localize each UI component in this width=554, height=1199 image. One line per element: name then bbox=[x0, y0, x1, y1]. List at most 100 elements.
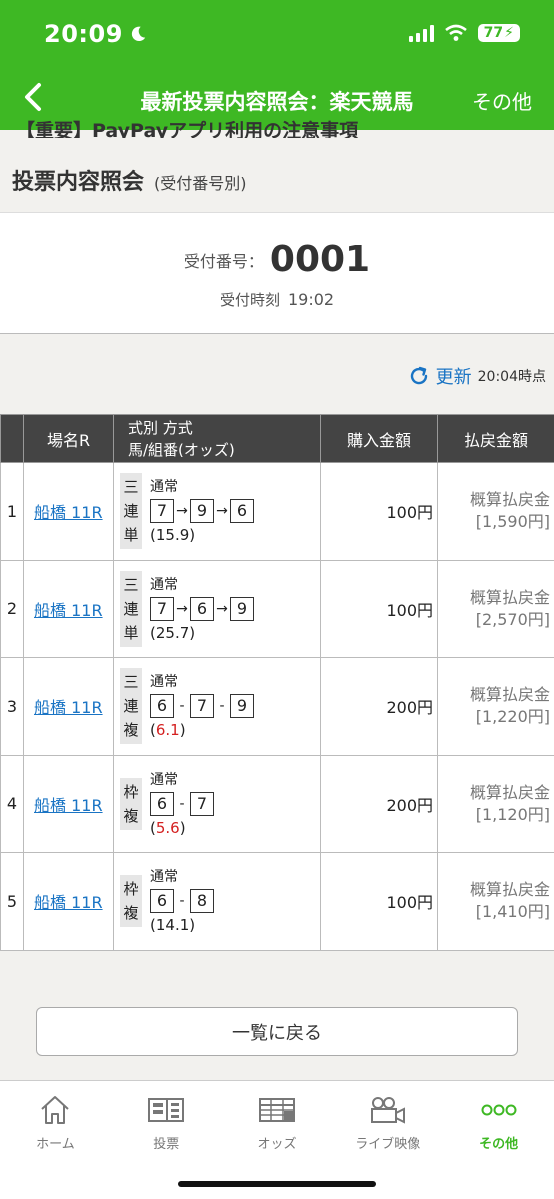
payout-amount: [2,570円] bbox=[475, 609, 550, 629]
payout-amount: [1,590円] bbox=[475, 512, 550, 532]
tab-live-video-label: ライブ映像 bbox=[355, 1137, 421, 1152]
bet-kind-char: 複 bbox=[123, 806, 139, 825]
heading-subtitle: (受付番号別) bbox=[154, 174, 247, 193]
moon-icon bbox=[131, 26, 146, 42]
combo-separator: - bbox=[179, 698, 185, 715]
bet-odds: (15.9) bbox=[150, 525, 254, 545]
status-clock: 20:09 bbox=[44, 20, 123, 48]
venue-link[interactable]: 船橋 11R bbox=[34, 601, 103, 620]
receipt-number: 0001 bbox=[269, 239, 371, 280]
wifi-icon bbox=[444, 24, 467, 41]
bet-odds: (25.7) bbox=[150, 623, 254, 643]
notice-banner[interactable]: 【重要】PayPayアプリ利用の注意事項 bbox=[0, 112, 554, 138]
header-payout: 払戻金額 bbox=[437, 414, 554, 463]
heading-title: 投票内容照会 bbox=[12, 170, 145, 195]
row-number: 2 bbox=[0, 559, 24, 658]
tab-home-label: ホーム bbox=[36, 1137, 75, 1152]
receipt-panel: 受付番号： 0001 受付時刻 19:02 bbox=[0, 212, 554, 334]
purchase-amount: 100円 bbox=[320, 852, 438, 951]
bet-mode: 通常 bbox=[150, 869, 178, 886]
bet-kind-char: 三 bbox=[123, 673, 139, 692]
combo-separator: → bbox=[176, 600, 188, 617]
bets-table: 場名R 式別 方式 馬/組番(オッズ) 購入金額 払戻金額 1 船橋 11R 三連単通… bbox=[0, 414, 554, 951]
status-time: 20:09 bbox=[44, 20, 147, 48]
table-row: 5 船橋 11R 枠複通常 6-8 (14.1) 100円 概算払戻金 [1,410円] bbox=[0, 852, 554, 951]
bet-kind-char: 複 bbox=[123, 904, 139, 923]
venue-link[interactable]: 船橋 11R bbox=[34, 796, 103, 815]
purchase-amount: 100円 bbox=[320, 462, 438, 561]
venue-link[interactable]: 船橋 11R bbox=[34, 503, 103, 522]
horse-number: 7 bbox=[190, 694, 214, 719]
horse-number: 7 bbox=[150, 499, 174, 524]
table-row: 3 船橋 11R 三連複通常 6-7-9 (6.1) 200円 概算払戻金 [1,220円] bbox=[0, 657, 554, 756]
refresh-icon[interactable] bbox=[408, 365, 430, 387]
home-icon bbox=[41, 1096, 70, 1124]
combo-separator: → bbox=[176, 503, 188, 520]
header-type-line1: 式別 方式 bbox=[128, 418, 193, 437]
bet-kind-char: 三 bbox=[123, 478, 139, 497]
odds-value: 14.1 bbox=[155, 916, 190, 935]
bet-mode: 通常 bbox=[150, 479, 178, 496]
bet-kind-char: 連 bbox=[123, 599, 139, 618]
table-row: 1 船橋 11R 三連単通常 7 → 9 → 6 (15.9) 100円 概算払戻金 [1,590円] bbox=[0, 462, 554, 561]
venue-cell: 船橋 11R bbox=[23, 754, 114, 853]
bet-odds: (6.1) bbox=[150, 720, 254, 740]
bet-mode: 通常 bbox=[150, 576, 178, 593]
odds-paren-close: ) bbox=[189, 916, 196, 935]
tab-vote-label: 投票 bbox=[153, 1137, 180, 1152]
bet-kind-char: 単 bbox=[123, 623, 139, 642]
bet-kind-char: 複 bbox=[123, 721, 139, 740]
bet-combination: 6-7-9 bbox=[150, 694, 254, 719]
odds-paren-close: ) bbox=[189, 526, 196, 545]
bet-kind: 三連単 bbox=[120, 473, 142, 550]
payout-label: 概算払戻金 bbox=[469, 490, 550, 510]
odds-table-icon bbox=[258, 1098, 295, 1122]
table-row: 4 船橋 11R 枠複通常 6-7 (5.6) 200円 概算払戻金 [1,120円] bbox=[0, 754, 554, 853]
notice-link[interactable]: 【重要】PayPayアプリ利用の注意事項 bbox=[16, 116, 358, 138]
horse-number: 6 bbox=[150, 694, 174, 719]
bet-combination: 6-8 bbox=[150, 889, 214, 914]
tab-home[interactable]: ホーム bbox=[0, 1081, 111, 1199]
combo-separator: - bbox=[219, 698, 225, 715]
odds-paren-close: ) bbox=[179, 721, 186, 740]
payout-amount: [1,120円] bbox=[475, 804, 550, 824]
horse-number: 9 bbox=[190, 499, 214, 524]
payout-cell: 概算払戻金 [1,410円] bbox=[437, 852, 554, 951]
venue-link[interactable]: 船橋 11R bbox=[34, 698, 103, 717]
more-dots-icon bbox=[481, 1104, 517, 1116]
bet-combination: 7 → 6 → 9 bbox=[150, 596, 254, 621]
bet-kind-char: 単 bbox=[123, 526, 139, 545]
venue-cell: 船橋 11R bbox=[23, 852, 114, 951]
refresh-link[interactable]: 更新 bbox=[436, 363, 472, 389]
purchase-amount: 200円 bbox=[320, 657, 438, 756]
header-amount: 購入金額 bbox=[320, 414, 438, 463]
bet-kind: 三連複 bbox=[120, 668, 142, 745]
bet-cell: 三連単通常 7 → 9 → 6 (15.9) bbox=[113, 462, 321, 561]
combo-separator: → bbox=[216, 600, 228, 617]
header-other-link[interactable]: その他 bbox=[472, 86, 532, 115]
signal-icon bbox=[408, 24, 434, 42]
payout-label: 概算払戻金 bbox=[469, 685, 550, 705]
section-heading: 投票内容照会 (受付番号別) bbox=[12, 164, 247, 196]
ticket-icon bbox=[148, 1098, 185, 1122]
bet-cell: 枠複通常 6-8 (14.1) bbox=[113, 852, 321, 951]
horse-number: 8 bbox=[190, 889, 214, 914]
bet-kind-char: 枠 bbox=[123, 880, 139, 899]
bet-kind: 三連単 bbox=[120, 570, 142, 647]
venue-cell: 船橋 11R bbox=[23, 657, 114, 756]
payout-cell: 概算払戻金 [1,590円] bbox=[437, 462, 554, 561]
payout-cell: 概算払戻金 [1,220円] bbox=[437, 657, 554, 756]
horse-number: 6 bbox=[150, 889, 174, 914]
odds-value: 5.6 bbox=[155, 818, 180, 837]
payout-amount: [1,220円] bbox=[475, 707, 550, 727]
battery-level: 77 bbox=[483, 25, 504, 41]
venue-link[interactable]: 船橋 11R bbox=[34, 893, 103, 912]
header-type-line2: 馬/組番(オッズ) bbox=[128, 440, 235, 459]
tab-other[interactable]: その他 bbox=[443, 1081, 554, 1199]
bet-cell: 三連単通常 7 → 6 → 9 (25.7) bbox=[113, 559, 321, 658]
combo-separator: - bbox=[179, 893, 185, 910]
odds-value: 15.9 bbox=[155, 526, 190, 545]
combo-separator: → bbox=[216, 503, 228, 520]
payout-label: 概算払戻金 bbox=[469, 782, 550, 802]
back-to-list-button[interactable]: 一覧に戻る bbox=[36, 1007, 518, 1056]
